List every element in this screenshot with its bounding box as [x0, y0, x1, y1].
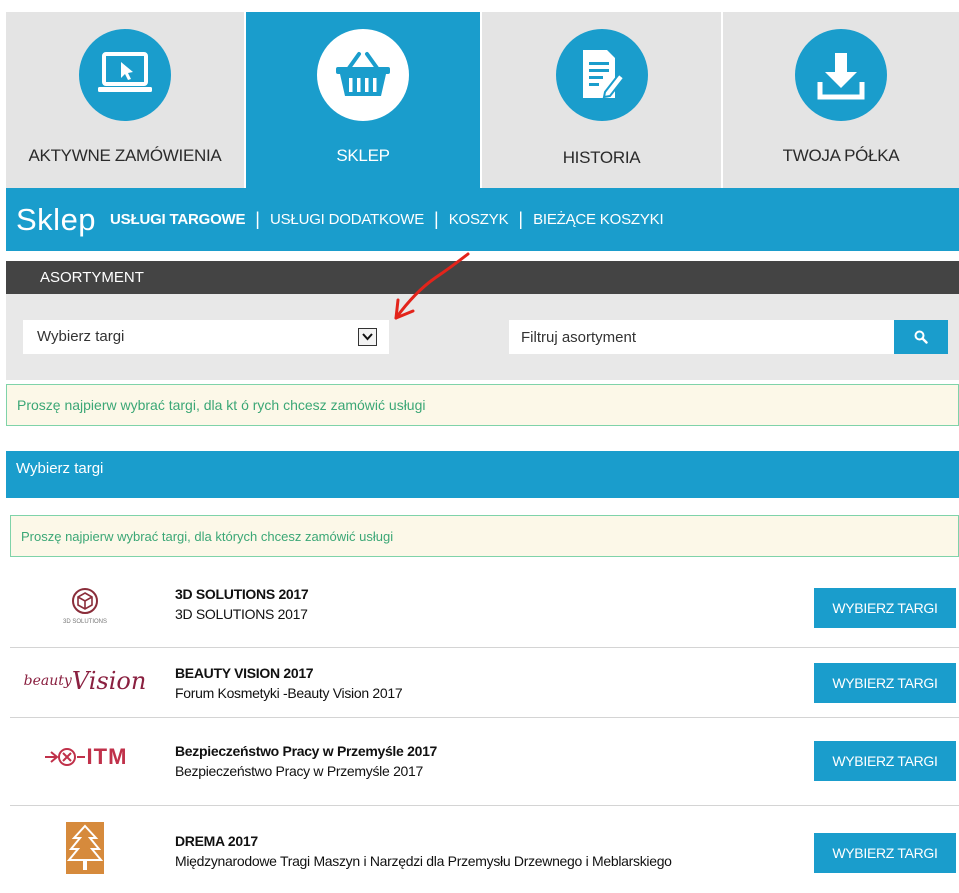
- fair-name: DREMA 2017: [175, 833, 258, 849]
- tile-label: HISTORIA: [562, 148, 641, 167]
- nav-trade-services[interactable]: USŁUGI TARGOWE: [110, 211, 245, 228]
- fair-logo-text: beauty: [23, 673, 72, 689]
- filter-input[interactable]: [509, 320, 894, 354]
- download-icon: [795, 29, 887, 121]
- nav-separator: |: [255, 209, 260, 229]
- shop-nav-bar: Sklep USŁUGI TARGOWE | USŁUGI DODATKOWE …: [6, 188, 959, 251]
- fair-row: beauty Vision BEAUTY VISION 2017 Forum K…: [10, 649, 959, 718]
- fair-logo-3d-solutions: 3D SOLUTIONS: [10, 580, 160, 632]
- fair-row: 3D SOLUTIONS 3D SOLUTIONS 2017 3D SOLUTI…: [10, 570, 959, 648]
- tile-label: TWOJA PÓŁKA: [782, 146, 900, 165]
- basket-icon: [317, 29, 409, 121]
- tile-your-shelf[interactable]: TWOJA PÓŁKA: [723, 12, 959, 188]
- tile-active-orders[interactable]: AKTYWNE ZAMÓWIENIA: [6, 12, 244, 188]
- nav-additional-services[interactable]: USŁUGI DODATKOWE: [270, 211, 424, 228]
- fair-logo-text: Vision: [71, 667, 147, 695]
- fair-subtitle: Forum Kosmetyki -Beauty Vision 2017: [175, 685, 403, 701]
- tile-label: AKTYWNE ZAMÓWIENIA: [28, 146, 222, 165]
- fair-logo-beauty-vision: beauty Vision: [10, 661, 160, 701]
- select-fair-button[interactable]: WYBIERZ TARGI: [814, 663, 956, 703]
- tile-shop[interactable]: SKLEP: [246, 12, 480, 188]
- fair-logo-itm: ITM: [10, 737, 160, 777]
- nav-separator: |: [434, 209, 439, 229]
- fair-subtitle: Bezpieczeństwo Pracy w Przemyśle 2017: [175, 763, 424, 779]
- fair-logo-text: ITM: [86, 744, 128, 769]
- fair-section-heading: Wybierz targi: [6, 451, 959, 498]
- fair-row: ITM Bezpieczeństwo Pracy w Przemyśle 201…: [10, 719, 959, 806]
- filter-area: Wybierz targi: [6, 294, 959, 380]
- fair-subtitle: Międzynarodowe Tragi Maszyn i Narzędzi d…: [175, 853, 672, 869]
- fair-logo-drema: [10, 819, 160, 877]
- laptop-icon: [79, 29, 171, 121]
- document-edit-icon: [555, 29, 648, 121]
- search-icon: [914, 330, 928, 344]
- nav-current-carts[interactable]: BIEŻĄCE KOSZYKI: [533, 211, 664, 228]
- nav-cart[interactable]: KOSZYK: [449, 211, 509, 228]
- fair-select[interactable]: Wybierz targi: [23, 320, 389, 354]
- nav-separator: |: [518, 209, 524, 229]
- fair-subtitle: 3D SOLUTIONS 2017: [175, 606, 308, 622]
- select-fair-button[interactable]: WYBIERZ TARGI: [814, 741, 956, 781]
- assortment-heading: ASORTYMENT: [6, 261, 959, 294]
- fair-name: Bezpieczeństwo Pracy w Przemyśle 2017: [175, 743, 438, 759]
- annotation-arrow-icon: [394, 252, 470, 320]
- tile-history[interactable]: HISTORIA: [482, 12, 721, 188]
- fair-select-value: Wybierz targi: [37, 328, 125, 345]
- select-fair-button[interactable]: WYBIERZ TARGI: [814, 588, 956, 628]
- select-fair-button[interactable]: WYBIERZ TARGI: [814, 833, 956, 873]
- fair-name: 3D SOLUTIONS 2017: [175, 586, 309, 602]
- notice-select-fair: Proszę najpierw wybrać targi, dla kt ó r…: [6, 384, 959, 426]
- notice-select-fair-2: Proszę najpierw wybrać targi, dla któryc…: [10, 515, 959, 557]
- chevron-down-icon[interactable]: [358, 328, 377, 346]
- fair-row: DREMA 2017 Międzynarodowe Tragi Maszyn i…: [10, 807, 959, 893]
- fair-logo-text: 3D SOLUTIONS: [62, 619, 107, 625]
- shop-title: Sklep: [16, 201, 97, 237]
- fair-name: BEAUTY VISION 2017: [175, 665, 314, 681]
- search-button[interactable]: [894, 320, 948, 354]
- tile-label: SKLEP: [336, 146, 390, 165]
- main-tiles: AKTYWNE ZAMÓWIENIA SKLEP HISTORIA TWOJA …: [6, 12, 959, 188]
